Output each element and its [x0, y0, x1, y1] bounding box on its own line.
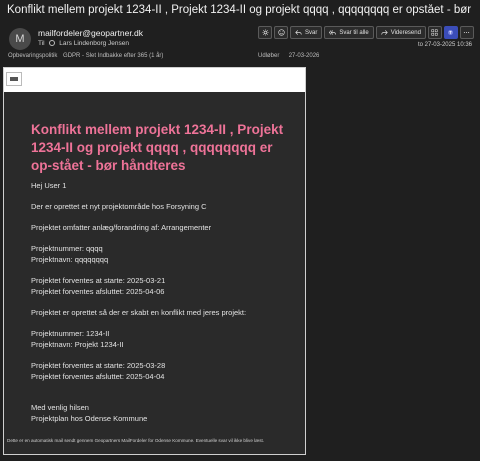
sender-address[interactable]: mailfordeler@geopartner.dk: [38, 28, 143, 38]
body-line: Med venlig hilsen: [31, 403, 89, 412]
reply-all-icon: [329, 30, 337, 35]
body-line: Projektet forventes at starte: 2025-03-2…: [31, 276, 166, 285]
email-title: Konflikt mellem projekt 1234-II , Projek…: [31, 122, 284, 173]
person-icon: [49, 40, 56, 46]
retention-label: Opbevaringspolitik: [8, 53, 58, 59]
sun-icon[interactable]: [258, 26, 272, 39]
reply-label: Svar: [305, 29, 318, 36]
email-body: Konflikt mellem projekt 1234-II , Projek…: [3, 67, 306, 455]
body-line: Projektnummer: qqqq: [31, 244, 103, 253]
reply-all-label: Svar til alle: [339, 29, 369, 36]
body-line: Projektet forventes afsluttet: 2025-04-0…: [31, 372, 165, 381]
emoji-icon[interactable]: [274, 26, 288, 39]
forward-button[interactable]: Videresend: [375, 26, 426, 39]
message-header: M mailfordeler@geopartner.dk Til Lars Li…: [0, 24, 480, 64]
more-options-icon[interactable]: [459, 26, 474, 39]
sender-avatar[interactable]: M: [9, 28, 31, 50]
forward-label: Videresend: [390, 29, 421, 36]
body-line: Projektnavn: qqqqqqqq: [31, 255, 109, 264]
to-label: Til: [38, 40, 45, 47]
body-line: Projektnummer: 1234-II: [31, 329, 110, 338]
body-line: Projektplan hos Odense Kommune: [31, 414, 148, 423]
expiry-label: Udløber: [258, 53, 280, 59]
teams-icon[interactable]: [443, 26, 458, 39]
body-line: Projektet er oprettet så der er skabt en…: [31, 308, 247, 317]
received-date: to 27-03-2025 10:36: [417, 42, 472, 48]
expiry-info: Udløber 27-03-2026: [258, 53, 319, 59]
email-footer: Dette er en automatisk mail sendt gennem…: [7, 438, 265, 443]
logo-icon: [6, 72, 22, 86]
grid-icon[interactable]: [427, 26, 442, 39]
message-toolbar: Svar Svar til alle Videresend: [258, 26, 474, 39]
body-line: Projektet forventes afsluttet: 2025-04-0…: [31, 287, 165, 296]
email-banner: [4, 68, 305, 92]
body-line: Projektnavn: Projekt 1234-II: [31, 340, 124, 349]
recipient-row: Til Lars Lindenborg Jensen: [38, 40, 129, 47]
retention-policy: Opbevaringspolitik GDPR - Slet Indbakke …: [8, 53, 163, 59]
retention-value: GDPR - Slet Indbakke efter 365 (1 år): [63, 53, 164, 59]
reply-all-button[interactable]: Svar til alle: [324, 26, 374, 39]
reply-icon: [295, 30, 302, 35]
body-line: Der er oprettet et nyt projektområde hos…: [31, 202, 207, 211]
body-line: Projektet forventes at starte: 2025-03-2…: [31, 361, 166, 370]
body-line: Projektet omfatter anlæg/forandring af: …: [31, 223, 212, 232]
expiry-value: 27-03-2026: [288, 53, 320, 59]
forward-icon: [381, 30, 388, 35]
email-subject: Konflikt mellem projekt 1234-II , Projek…: [7, 4, 473, 16]
reply-button[interactable]: Svar: [290, 26, 323, 39]
recipient-name[interactable]: Lars Lindenborg Jensen: [59, 40, 129, 47]
greeting: Hej User 1: [31, 181, 67, 190]
